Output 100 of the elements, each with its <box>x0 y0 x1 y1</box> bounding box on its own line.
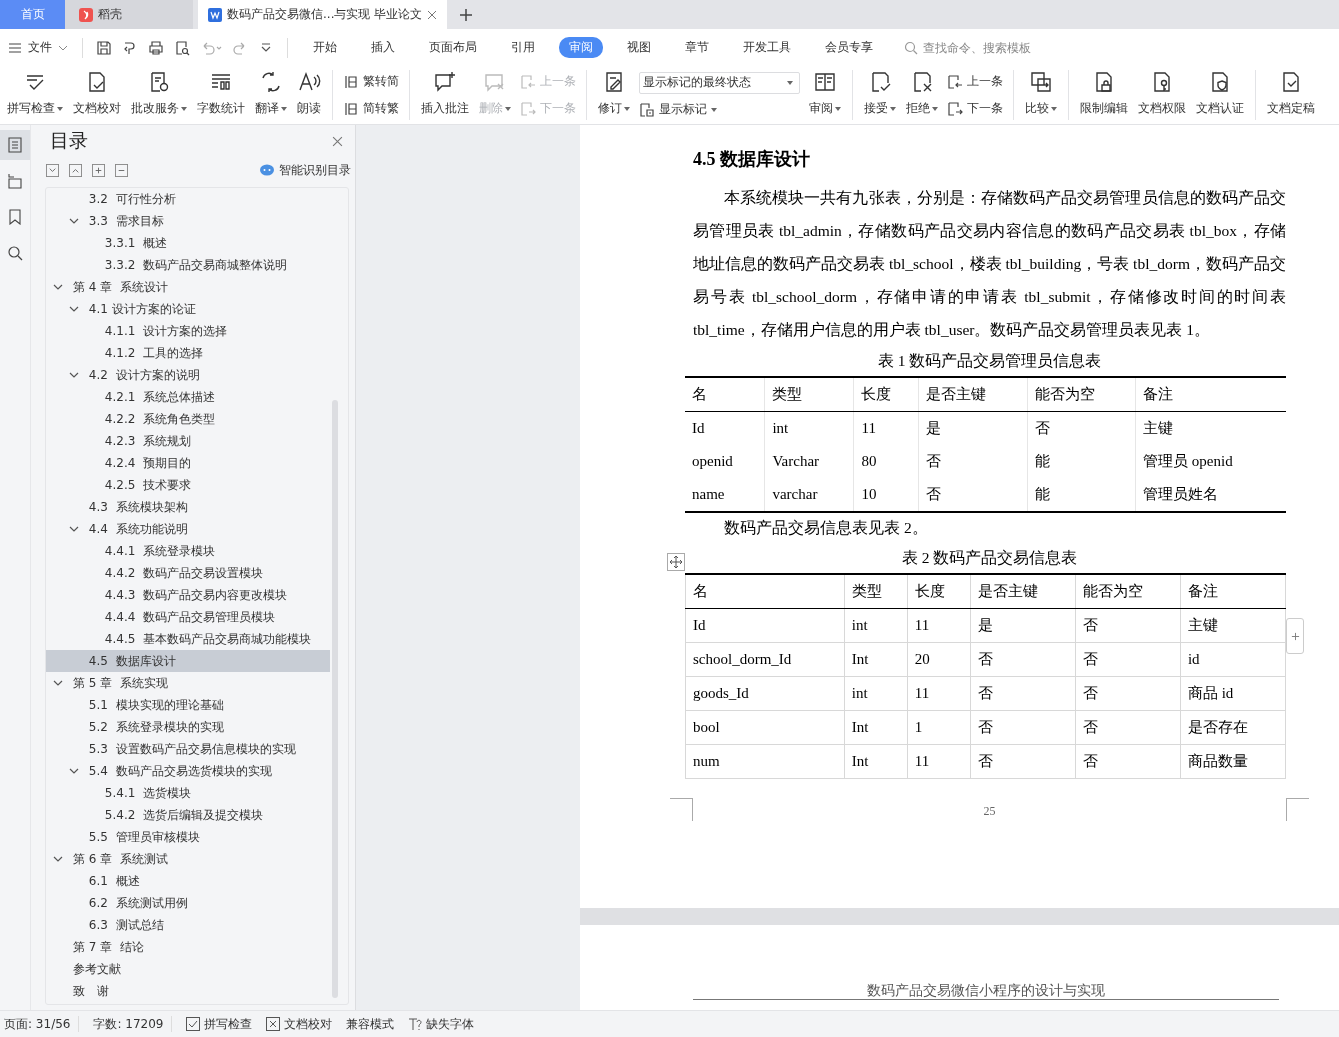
toc-item[interactable]: 4.1 设计方案的论证 <box>46 298 330 320</box>
table-cell: 11 <box>907 608 971 643</box>
table-cell: varchar <box>764 478 854 512</box>
status-button[interactable]: 缺失字体 <box>408 1015 475 1033</box>
table-cell: 否 <box>970 710 1076 745</box>
ribbon-button[interactable]: 拼写检查 <box>2 66 68 124</box>
status-button[interactable]: 拼写检查 <box>186 1015 253 1033</box>
toc-item[interactable]: 6.3 测试总结 <box>46 914 330 936</box>
status-button[interactable]: 文档校对 <box>266 1015 333 1033</box>
toc-item[interactable]: 4.4.3 数码产品交易内容更改模块 <box>46 584 330 606</box>
ribbon-tab[interactable]: 开始 <box>303 36 347 59</box>
column-header: 能否为空 <box>1027 377 1136 412</box>
table-cell: 20 <box>907 642 971 677</box>
table-cell: 主键 <box>1180 608 1286 643</box>
ribbon-button[interactable]: 翻译 <box>250 66 292 124</box>
toc-item[interactable]: 5.4 数码产品交易选货模块的实现 <box>46 760 330 782</box>
ribbon-button[interactable]: 繁转简 <box>343 73 399 90</box>
ribbon-button[interactable]: 文档认证 <box>1191 66 1249 124</box>
toc-item[interactable]: 致 谢 <box>46 980 330 1002</box>
toc-item[interactable]: 4.4 系统功能说明 <box>46 518 330 540</box>
table-cell: 11 <box>907 744 971 779</box>
toc-item[interactable]: 3.3 需求目标 <box>46 210 330 232</box>
ribbon-tab[interactable]: 页面布局 <box>419 36 487 59</box>
toc-item[interactable]: 第 5 章 系统实现 <box>46 672 330 694</box>
markup-dropdown[interactable]: 显示标记的最终状态 <box>639 71 800 94</box>
table-cell: int <box>764 411 854 445</box>
toc-item[interactable]: 3.3.2 数码产品交易商城整体说明 <box>46 254 330 276</box>
ribbon-button[interactable]: 朗读 <box>292 66 326 124</box>
table-cell: 1 <box>907 710 971 745</box>
table-cell: 管理员姓名 <box>1135 478 1286 512</box>
toc-item[interactable]: 4.5 数据库设计 <box>46 650 330 672</box>
toc-item[interactable]: 4.1.2 工具的选择 <box>46 342 330 364</box>
toc-item[interactable]: 4.2.2 系统角色类型 <box>46 408 330 430</box>
toc-item[interactable]: 第 7 章 结论 <box>46 936 330 958</box>
column-header: 能否为空 <box>1075 574 1181 609</box>
table-cell: 否 <box>1075 710 1181 745</box>
toc-item[interactable]: 4.2.1 系统总体描述 <box>46 386 330 408</box>
toc-item[interactable]: 4.2.3 系统规划 <box>46 430 330 452</box>
toc-item[interactable]: 4.2.4 预期目的 <box>46 452 330 474</box>
toc-item[interactable]: 4.4.4 数码产品交易管理员模块 <box>46 606 330 628</box>
toc-item[interactable]: 4.1.1 设计方案的选择 <box>46 320 330 342</box>
toc-item[interactable]: 第 4 章 系统设计 <box>46 276 330 298</box>
status-text: 字数: 17209 <box>93 1015 164 1033</box>
show-markup-button[interactable]: 显示标记 <box>639 101 800 119</box>
ribbon-button[interactable]: 上一条 <box>947 73 1003 90</box>
table-cell: school_dorm_Id <box>685 642 845 677</box>
ribbon-tab[interactable]: 插入 <box>361 36 405 59</box>
toc-item[interactable]: 5.2 系统登录模块的实现 <box>46 716 330 738</box>
ribbon-button[interactable]: 修订 <box>593 66 635 124</box>
toc-item[interactable]: 第 6 章 系统测试 <box>46 848 330 870</box>
table-cell: 商品数量 <box>1180 744 1286 779</box>
ribbon-button[interactable]: 批改服务 <box>126 66 192 124</box>
toc-item[interactable]: 4.2 设计方案的说明 <box>46 364 330 386</box>
toc-item[interactable]: 3.2 可行性分析 <box>46 188 330 210</box>
table-cell: openid <box>685 445 765 478</box>
toc-item[interactable]: 4.2.5 技术要求 <box>46 474 330 496</box>
toc-item[interactable]: 3.3.1 概述 <box>46 232 330 254</box>
ribbon-tab[interactable]: 会员专享 <box>815 36 883 59</box>
ribbon-button[interactable]: 比较 <box>1020 66 1062 124</box>
smart-toc-button[interactable]: 智能识别目录 <box>260 161 351 179</box>
ribbon-button[interactable]: 拒绝 <box>901 66 943 124</box>
toc-item[interactable]: 6.2 系统测试用例 <box>46 892 330 914</box>
table-cell: 10 <box>853 478 919 512</box>
toc-item[interactable]: 5.1 模块实现的理论基础 <box>46 694 330 716</box>
app-tab[interactable]: 数码产品交易微信...与实现 毕业论文 <box>198 0 448 29</box>
app-tab[interactable]: 稻壳 <box>65 0 193 29</box>
ribbon-button[interactable]: 审阅 <box>804 66 846 124</box>
ribbon-tab[interactable]: 开发工具 <box>733 36 801 59</box>
ribbon-tab[interactable]: 引用 <box>501 36 545 59</box>
command-search-field[interactable]: 查找命令、搜索模板 <box>904 39 1055 56</box>
ribbon-button[interactable]: 插入批注 <box>416 66 474 124</box>
toc-item[interactable]: 4.3 系统模块架构 <box>46 496 330 518</box>
toc-item[interactable]: 5.3 设置数码产品交易信息模块的实现 <box>46 738 330 760</box>
toc-item[interactable]: 5.5 管理员审核模块 <box>46 826 330 848</box>
toc-item[interactable]: 4.4.2 数码产品交易设置模块 <box>46 562 330 584</box>
toc-item[interactable]: 6.1 概述 <box>46 870 330 892</box>
toc-item[interactable]: 参考文献 <box>46 958 330 980</box>
ribbon-button[interactable]: 限制编辑 <box>1075 66 1133 124</box>
table-cell: int <box>844 676 908 711</box>
ribbon-button[interactable]: 简转繁 <box>343 100 399 117</box>
table-cell: 管理员 openid <box>1135 445 1286 478</box>
ribbon-tab[interactable]: 视图 <box>617 36 661 59</box>
toc-item[interactable]: 5.4.2 选货后编辑及提交模块 <box>46 804 330 826</box>
column-header: 是否主键 <box>970 574 1076 609</box>
ribbon-button[interactable]: 文档权限 <box>1133 66 1191 124</box>
column-header: 类型 <box>764 377 854 412</box>
toc-item[interactable]: 4.4.1 系统登录模块 <box>46 540 330 562</box>
file-menu[interactable]: 文件 <box>8 39 74 56</box>
table-cell: Int <box>844 744 908 779</box>
ribbon-button[interactable]: 字数统计 <box>192 66 250 124</box>
toc-item[interactable]: 4.4.5 基本数码产品交易商城功能模块 <box>46 628 330 650</box>
column-header: 类型 <box>844 574 908 609</box>
toc-item[interactable]: 5.4.1 选货模块 <box>46 782 330 804</box>
ribbon-button[interactable]: 文档校对 <box>68 66 126 124</box>
ribbon-button[interactable]: 文档定稿 <box>1262 66 1320 124</box>
ribbon-tab[interactable]: 章节 <box>675 36 719 59</box>
ribbon-button[interactable]: 下一条 <box>947 100 1003 117</box>
page-header: 数码产品交易微信小程序的设计与实现 <box>693 981 1279 1000</box>
ribbon-button[interactable]: 接受 <box>859 66 901 124</box>
table-cell: 能 <box>1027 478 1136 512</box>
